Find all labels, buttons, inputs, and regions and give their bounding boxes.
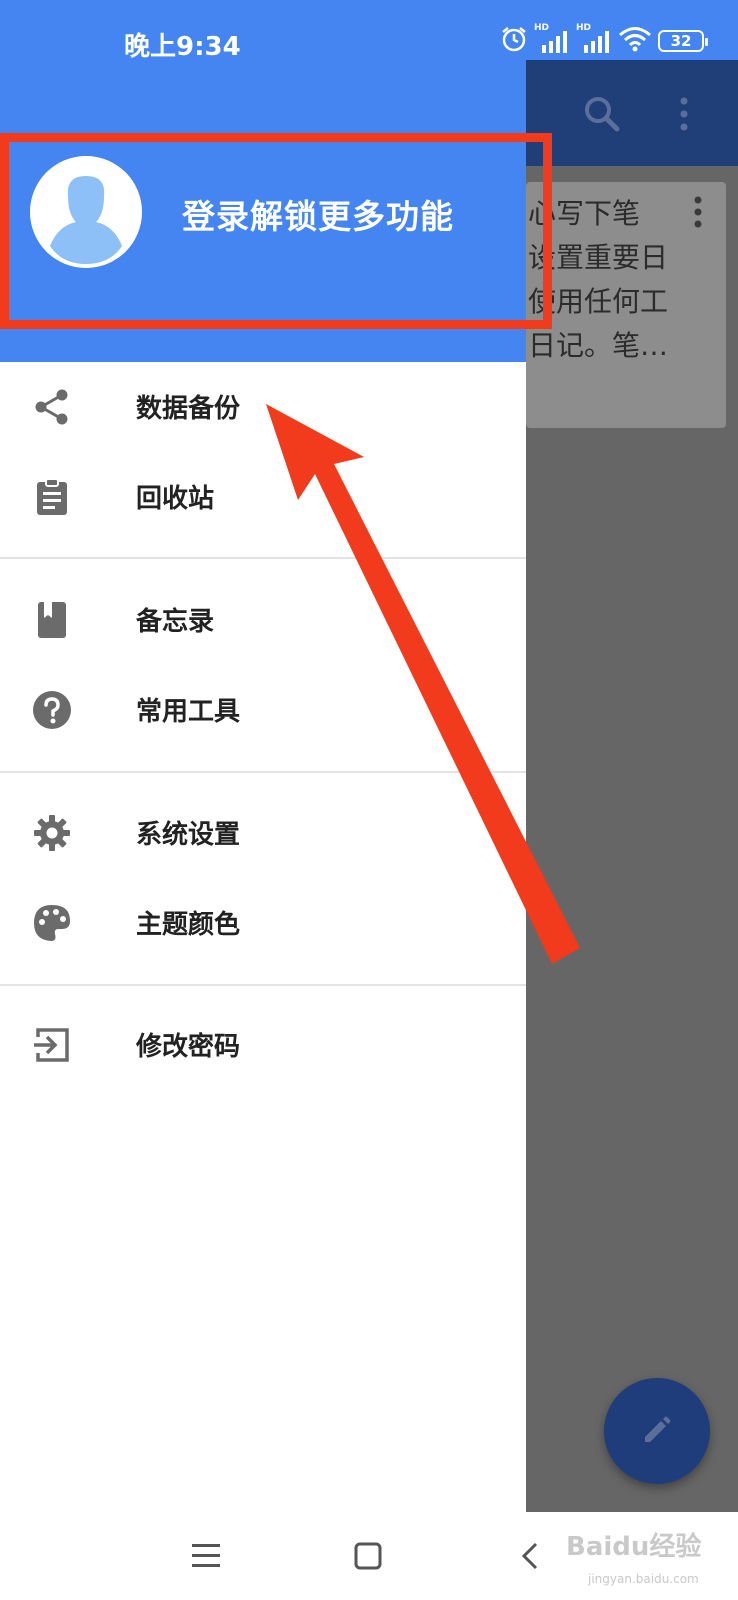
gear-icon — [32, 813, 72, 853]
card-more-icon[interactable] — [686, 192, 710, 232]
signal-icon: HD — [534, 23, 570, 55]
share-icon — [32, 387, 72, 427]
network-label: HD — [534, 23, 550, 33]
palette-icon — [32, 903, 72, 943]
menu-item-common-tools[interactable]: 常用工具 — [0, 665, 526, 755]
menu-label: 主题颜色 — [136, 910, 241, 940]
note-preview-text: 心写下笔 设置重要日 使用任何工 日记。笔… — [528, 197, 669, 362]
menu-label: 修改密码 — [136, 1032, 241, 1062]
menu-icon[interactable] — [184, 1534, 228, 1578]
pencil-icon — [637, 1409, 677, 1453]
watermark: Baidu经验 — [566, 1532, 702, 1562]
note-card[interactable]: 心写下笔 设置重要日 使用任何工 日记。笔… — [526, 182, 726, 428]
status-bar: 晚上9:34 HD HD 32 — [0, 0, 738, 62]
menu-item-memo[interactable]: 备忘录 — [0, 575, 526, 665]
divider — [0, 557, 526, 559]
battery-icon: 32 — [658, 30, 708, 52]
more-vert-icon[interactable] — [674, 94, 694, 134]
status-time: 晚上9:34 — [124, 32, 241, 62]
help-icon — [32, 690, 72, 730]
search-icon[interactable] — [582, 94, 622, 134]
watermark-url: jingyan.baidu.com — [588, 1572, 699, 1586]
divider — [0, 984, 526, 986]
book-icon — [32, 600, 72, 640]
back-icon[interactable] — [508, 1534, 552, 1578]
status-icons: HD HD 32 — [500, 23, 708, 57]
login-icon — [32, 1025, 72, 1065]
divider — [0, 771, 526, 773]
network-label: HD — [576, 23, 592, 33]
wifi-icon — [618, 25, 652, 57]
home-icon[interactable] — [346, 1534, 390, 1578]
menu-item-system-settings[interactable]: 系统设置 — [0, 788, 526, 878]
menu-label: 备忘录 — [136, 607, 215, 637]
menu-label: 回收站 — [136, 484, 215, 514]
highlight-annotation — [0, 133, 552, 329]
menu-item-change-password[interactable]: 修改密码 — [0, 1000, 526, 1090]
alarm-icon — [500, 25, 528, 57]
menu-label: 常用工具 — [136, 697, 241, 727]
signal-icon: HD — [576, 23, 612, 55]
menu-item-data-backup[interactable]: 数据备份 — [0, 362, 526, 452]
menu-item-theme-color[interactable]: 主题颜色 — [0, 878, 526, 968]
menu-item-recycle-bin[interactable]: 回收站 — [0, 452, 526, 542]
menu-label: 系统设置 — [136, 820, 241, 850]
new-note-button[interactable] — [604, 1378, 710, 1484]
menu-label: 数据备份 — [136, 394, 241, 424]
clipboard-icon — [32, 477, 72, 517]
